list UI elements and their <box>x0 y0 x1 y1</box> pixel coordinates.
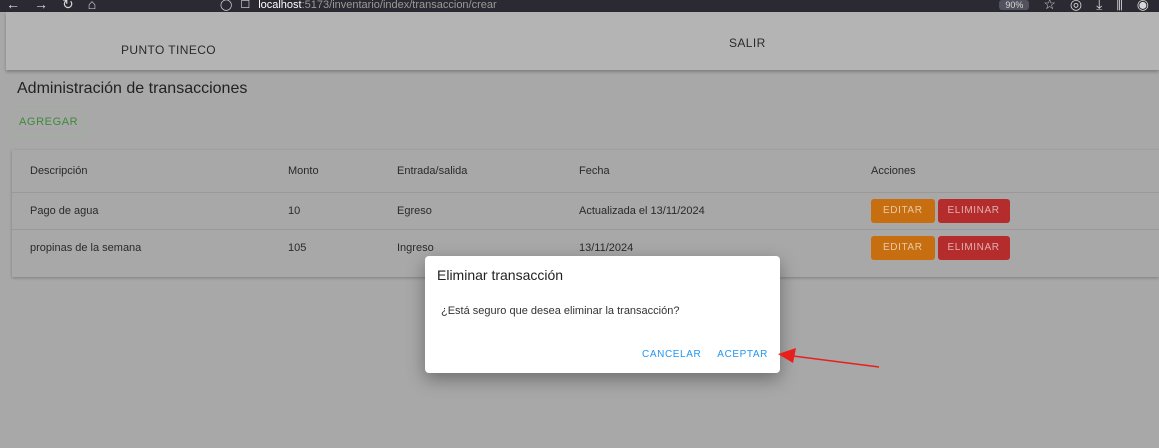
header-monto: Monto <box>288 165 319 177</box>
arrow-head <box>778 348 796 363</box>
arrow-shaft <box>792 355 880 368</box>
cell-fecha: Actualizada el 13/11/2024 <box>579 204 705 217</box>
browser-nav: ← → ↻ ⌂ <box>6 0 96 12</box>
edit-button[interactable]: EDITAR <box>871 198 935 223</box>
cell-monto: 10 <box>288 204 301 217</box>
dialog-message: ¿Está seguro que desea eliminar la trans… <box>441 305 680 317</box>
edit-button[interactable]: EDITAR <box>871 235 935 260</box>
cell-monto: 105 <box>288 241 307 254</box>
pocket-icon[interactable]: ◎ <box>1070 0 1082 12</box>
url-host: localhost <box>258 0 302 11</box>
library-icon[interactable]: ⫼ <box>1116 0 1122 12</box>
back-icon[interactable]: ← <box>6 0 20 12</box>
page-title: Administración de transacciones <box>17 80 248 97</box>
delete-button[interactable]: ELIMINAR <box>937 235 1010 260</box>
dialog-title: Eliminar transacción <box>437 267 564 283</box>
cell-descripcion: Pago de agua <box>30 204 99 217</box>
delete-button[interactable]: ELIMINAR <box>937 198 1010 223</box>
table-row: Pago de agua 10 Egreso Actualizada el 13… <box>12 192 1159 230</box>
shield-icon: ◯ <box>220 0 233 11</box>
app-bar: PUNTO TINECO SALIR <box>6 12 1159 70</box>
dialog-actions: CANCELAR ACEPTAR <box>642 349 768 360</box>
browser-actions: 90% ☆ ◎ ⤓ ⫼ ◉ <box>999 0 1149 12</box>
table-header: Descripción Monto Entrada/salida Fecha A… <box>12 150 1159 193</box>
brand-title[interactable]: PUNTO TINECO <box>121 43 216 57</box>
url-path: :5173/inventario/index/transaccion/crear <box>301 0 497 11</box>
add-button[interactable]: AGREGAR <box>12 109 86 135</box>
accept-button[interactable]: ACEPTAR <box>717 349 768 360</box>
header-acciones: Acciones <box>871 165 916 177</box>
download-icon[interactable]: ⤓ <box>1096 0 1102 12</box>
bookmark-star-icon[interactable]: ☆ <box>1043 0 1056 12</box>
row-actions: EDITAR ELIMINAR <box>871 192 1010 229</box>
header-descripcion: Descripción <box>30 165 88 177</box>
reload-icon[interactable]: ↻ <box>62 0 74 12</box>
browser-toolbar: ← → ↻ ⌂ ◯ ☐ localhost:5173/inventario/in… <box>0 0 1159 12</box>
header-entrada-salida: Entrada/salida <box>397 165 468 177</box>
account-icon[interactable]: ◉ <box>1137 0 1149 12</box>
cancel-button[interactable]: CANCELAR <box>642 349 701 360</box>
cell-descripcion: propinas de la semana <box>30 241 142 254</box>
logout-button[interactable]: SALIR <box>729 36 766 50</box>
address-bar[interactable]: ◯ ☐ localhost:5173/inventario/index/tran… <box>220 0 497 11</box>
cell-tipo: Egreso <box>397 204 432 217</box>
zoom-level[interactable]: 90% <box>999 0 1030 10</box>
header-fecha: Fecha <box>579 165 610 177</box>
page-icon: ☐ <box>240 0 251 11</box>
home-icon[interactable]: ⌂ <box>88 0 96 12</box>
delete-confirm-dialog: Eliminar transacción ¿Está seguro que de… <box>425 256 780 373</box>
forward-icon[interactable]: → <box>34 0 48 12</box>
row-actions: EDITAR ELIMINAR <box>871 229 1010 266</box>
